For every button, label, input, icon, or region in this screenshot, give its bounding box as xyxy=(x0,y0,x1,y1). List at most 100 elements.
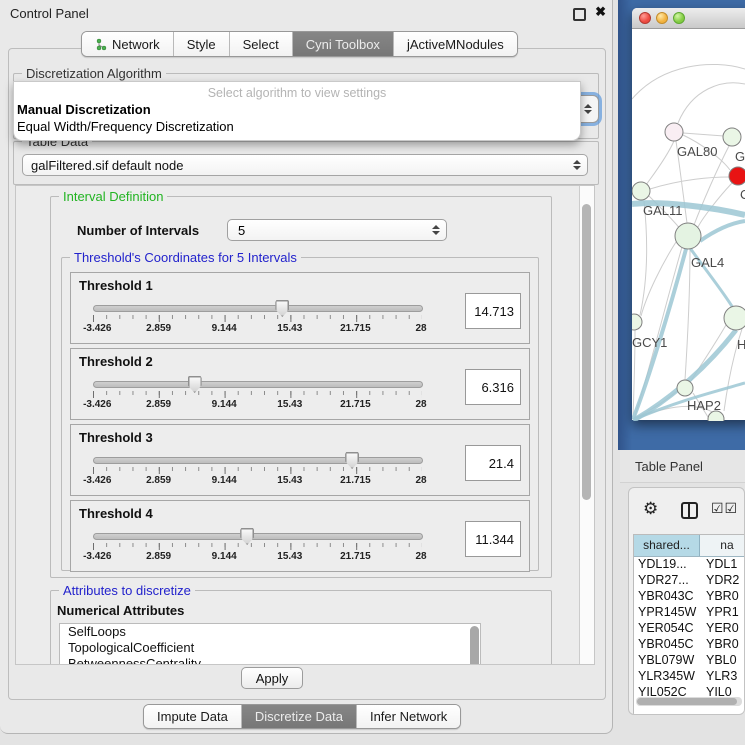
tick-label: 21.715 xyxy=(340,475,371,486)
threshold-slider[interactable]: -3.4262.8599.14415.4321.71528 xyxy=(93,349,421,419)
threshold-panel: Threshold 3-3.4262.8599.14415.4321.71528… xyxy=(70,424,530,496)
float-window-icon[interactable] xyxy=(573,8,586,21)
tab-jactivemnodules[interactable]: jActiveMNodules xyxy=(393,32,517,56)
tab-label: Select xyxy=(243,37,279,52)
network-view-window[interactable]: GAL80GACGAL11GAL4GCY1HHAP2 xyxy=(632,8,745,420)
cell-shared-name: YDR27... xyxy=(634,573,706,589)
group-title: Attributes to discretize xyxy=(59,583,195,598)
tab-label: Discretize Data xyxy=(255,709,343,724)
tab-cyni-toolbox[interactable]: Cyni Toolbox xyxy=(292,32,393,56)
num-intervals-spinner[interactable]: 5 xyxy=(227,219,447,241)
table-row[interactable]: YLR345WYLR3 xyxy=(634,669,745,685)
stepper-arrows-icon xyxy=(432,220,440,240)
select-columns-icon[interactable]: ☑☑ xyxy=(711,500,738,517)
table-row[interactable]: YDL19...YDL1 xyxy=(634,557,745,573)
network-window-titlebar[interactable] xyxy=(632,8,745,29)
slider-track[interactable] xyxy=(93,533,423,540)
tab-label: Cyni Toolbox xyxy=(306,37,380,52)
close-icon[interactable]: ✖ xyxy=(595,4,606,20)
threshold-panel: Threshold 4-3.4262.8599.14415.4321.71528… xyxy=(70,500,530,572)
threshold-value-field[interactable]: 6.316 xyxy=(465,369,521,405)
tick-label: 9.144 xyxy=(212,399,237,410)
network-node[interactable] xyxy=(723,128,741,146)
vertical-scrollbar[interactable] xyxy=(579,186,594,664)
tab-discretize-data[interactable]: Discretize Data xyxy=(241,705,356,728)
dropdown-option[interactable]: Equal Width/Frequency Discretization xyxy=(17,119,572,135)
num-intervals-label: Number of Intervals xyxy=(77,223,199,238)
cell-shared-name: YER054C xyxy=(634,621,706,637)
table-row[interactable]: YPR145WYPR1 xyxy=(634,605,745,621)
network-icon xyxy=(95,38,107,51)
top-tab-bar: Network Style Select Cyni Toolbox jActiveMNo… xyxy=(81,31,518,57)
table-row[interactable]: YBL079WYBL0 xyxy=(634,653,745,669)
threshold-slider[interactable]: -3.4262.8599.14415.4321.71528 xyxy=(93,501,421,571)
threshold-slider[interactable]: -3.4262.8599.14415.4321.71528 xyxy=(93,425,421,495)
slider-tick-labels: -3.4262.8599.14415.4321.71528 xyxy=(93,551,421,563)
control-panel-window: Control Panel ✖ Network Style Select Cyni T… xyxy=(0,0,613,734)
table-data-combobox[interactable]: galFiltered.sif default node xyxy=(22,154,588,176)
tick-label: 2.859 xyxy=(146,551,171,562)
network-canvas[interactable]: GAL80GACGAL11GAL4GCY1HHAP2 xyxy=(632,29,745,421)
threshold-panel: Threshold 2-3.4262.8599.14415.4321.71528… xyxy=(70,348,530,420)
tick-label: -3.426 xyxy=(83,551,111,562)
network-node[interactable] xyxy=(677,380,693,396)
column-header-shared-name[interactable]: shared... xyxy=(634,535,700,556)
table-row[interactable]: YDR27...YDR2 xyxy=(634,573,745,589)
table-row[interactable]: YER054CYER0 xyxy=(634,621,745,637)
table-panel: ⚙ ☑☑ shared... na YDL19...YDL1YDR27...YD… xyxy=(628,487,745,715)
tick-label: 9.144 xyxy=(212,551,237,562)
tab-select[interactable]: Select xyxy=(229,32,292,56)
column-header-name[interactable]: na xyxy=(700,535,745,556)
minimize-traffic-light-icon[interactable] xyxy=(656,12,668,24)
threshold-value-field[interactable]: 14.713 xyxy=(465,293,521,329)
gear-icon[interactable]: ⚙ xyxy=(643,500,658,517)
network-node[interactable] xyxy=(724,306,745,330)
settings-scrollpane: Interval Definition Number of Intervals … xyxy=(15,185,595,665)
tick-label: 21.715 xyxy=(340,399,371,410)
dropdown-option[interactable]: Manual Discretization xyxy=(17,102,572,118)
tab-label: Style xyxy=(187,37,216,52)
group-title: Discretization Algorithm xyxy=(22,66,166,81)
split-view-icon[interactable] xyxy=(681,502,698,519)
network-node[interactable] xyxy=(729,167,745,185)
network-node[interactable] xyxy=(632,314,642,330)
tick-label: 28 xyxy=(415,551,426,562)
slider-ticks xyxy=(93,467,422,474)
tab-infer-network[interactable]: Infer Network xyxy=(356,705,460,728)
attribute-item[interactable]: TopologicalCoefficient xyxy=(60,640,480,656)
close-traffic-light-icon[interactable] xyxy=(639,12,651,24)
numerical-attributes-list: SelfLoopsTopologicalCoefficientBetweenne… xyxy=(59,623,481,665)
network-node[interactable] xyxy=(665,123,683,141)
tab-impute-data[interactable]: Impute Data xyxy=(144,705,241,728)
tick-label: 2.859 xyxy=(146,323,171,334)
cell-name: YER0 xyxy=(706,621,745,637)
threshold-value-field[interactable]: 11.344 xyxy=(465,521,521,557)
network-node[interactable] xyxy=(675,223,701,249)
screen: Control Panel ✖ Network Style Select Cyni T… xyxy=(0,0,745,745)
slider-track[interactable] xyxy=(93,381,423,388)
zoom-traffic-light-icon[interactable] xyxy=(673,12,685,24)
scrollbar-thumb[interactable] xyxy=(582,204,591,500)
threshold-slider[interactable]: -3.4262.8599.14415.4321.71528 xyxy=(93,273,421,343)
list-scrollbar[interactable] xyxy=(470,626,479,665)
attribute-item[interactable]: BetweennessCentrality xyxy=(60,656,480,665)
table-row[interactable]: YBR045CYBR0 xyxy=(634,637,745,653)
tick-label: 15.43 xyxy=(277,323,302,334)
interval-definition-group: Interval Definition Number of Intervals … xyxy=(50,196,552,578)
threshold-value-field[interactable]: 21.4 xyxy=(465,445,521,481)
slider-tick-labels: -3.4262.8599.14415.4321.71528 xyxy=(93,323,421,335)
tab-style[interactable]: Style xyxy=(173,32,229,56)
horizontal-scrollbar[interactable] xyxy=(636,697,742,706)
table-row[interactable]: YBR043CYBR0 xyxy=(634,589,745,605)
tab-network[interactable]: Network xyxy=(82,32,173,56)
slider-track[interactable] xyxy=(93,457,423,464)
apply-button[interactable]: Apply xyxy=(241,667,303,689)
slider-track[interactable] xyxy=(93,305,423,312)
network-node[interactable] xyxy=(632,182,650,200)
attribute-item[interactable]: SelfLoops xyxy=(60,624,480,640)
control-panel-titlebar: Control Panel ✖ xyxy=(0,0,612,26)
scrollbar-thumb[interactable] xyxy=(637,698,737,705)
group-title: Interval Definition xyxy=(59,189,167,204)
node-label: GA xyxy=(735,149,745,164)
slider-ticks xyxy=(93,543,422,550)
